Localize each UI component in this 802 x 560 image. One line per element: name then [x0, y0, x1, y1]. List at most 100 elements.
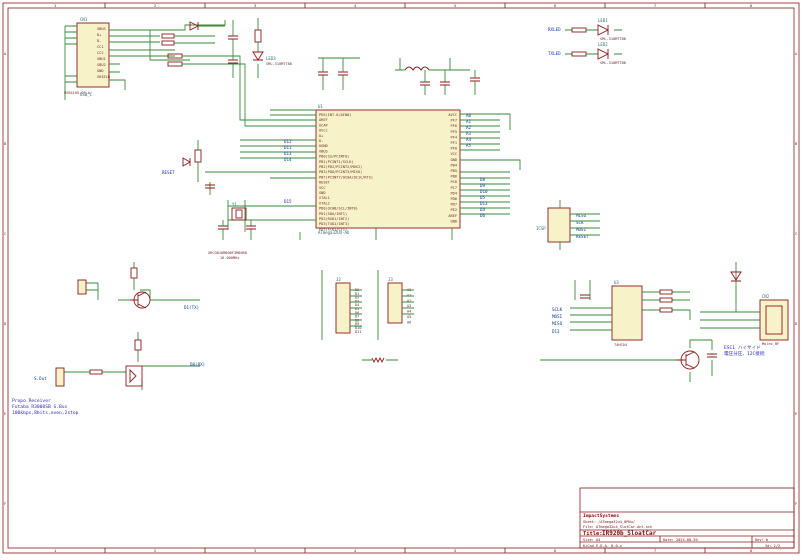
mcu-left-pin-10: PB2(PDI/PCINT2/MOSI): [319, 165, 362, 169]
j3-pin-4: A4: [407, 310, 411, 314]
u3-name: 74HC04: [614, 343, 627, 347]
connector-cn2[interactable]: CN2 Molex_BF ESC1 ハイサイド 電圧分圧、I2C接続: [700, 262, 789, 357]
frame-column-labels: 1 2 3 4 5 6 7 8 1 2 3 4 5 6 7 8: [54, 4, 752, 553]
net-a4: A4: [466, 137, 472, 142]
schematic-sheet: 1 2 3 4 5 6 7 8 1 2 3 4 5 6 7 8 A B C D …: [0, 0, 802, 556]
col-8-bottom: 8: [750, 549, 752, 553]
col-4: 4: [354, 4, 356, 8]
note-propo-receiver: Propo Receiver Futaba R3008SB S.Bus 100k…: [12, 398, 79, 416]
led-tx-ref: LED2: [598, 42, 608, 47]
led-rx-ref: LED1: [598, 18, 608, 23]
col-2-bottom: 2: [154, 549, 156, 553]
mcu-right-pin-4: PF4: [451, 135, 458, 139]
mcu-right-pin-8: GND: [451, 158, 458, 162]
mcu-left-pin-0: PE6(INT.6/AIN0): [319, 113, 351, 117]
j3-pin-5: A5: [407, 315, 411, 319]
row-c: C: [4, 232, 6, 236]
mcu-right-pin-9: PB4: [451, 163, 458, 167]
led-pwr-value: SML-310MTT86: [266, 62, 292, 66]
net-a1: A1: [466, 119, 472, 124]
net-a3: A3: [466, 131, 472, 136]
net-d1-tx: D1(TX): [184, 305, 199, 310]
mcu-left-pin-8: PB0(SS/PCINT0): [319, 155, 349, 159]
frame-column-markers: [104, 3, 706, 553]
mcu-right-pin-12: PC6: [451, 180, 458, 184]
net-d13: D13: [480, 201, 488, 206]
net-d14: D14: [284, 157, 292, 162]
sheet-frame: [2, 2, 800, 554]
usb-connector[interactable]: CN1 USB_C USB4105-GF-A VBUS D+ D- CC1 CC…: [64, 17, 110, 97]
driver-u3[interactable]: U3 74HC04 SCLK MOSI MISO D13: [552, 280, 691, 347]
col-3-bottom: 3: [254, 549, 256, 553]
net-d0-rx: D0(RX): [190, 362, 205, 367]
sheet-date: Date: 2024-08-30: [663, 538, 698, 542]
mcu-left-pin-3: UVcc: [319, 129, 328, 133]
mcu-right-pin-11: PB6: [451, 175, 458, 179]
row-e-right: E: [795, 412, 797, 416]
led-rx-value: SML-310MTT86: [600, 37, 626, 41]
mcu-left-pin-7: VBUS: [319, 149, 328, 153]
crystal-y1[interactable]: Y1 XRCGB16M000F3M00R0 16.000MHz: [208, 202, 256, 260]
col-7: 7: [654, 4, 656, 8]
mcu-right-pin-3: PF5: [451, 130, 458, 134]
mcu-right-pin-6: PF0: [451, 147, 458, 151]
net-d15: D15: [284, 199, 292, 204]
row-f-right: F: [795, 502, 797, 506]
note-line-2: Futaba R3008SB S.Bus: [12, 404, 68, 410]
transistor-q1-stage: D1(TX): [77, 262, 200, 310]
row-a: A: [4, 52, 7, 56]
led-pwr: LED3 SML-310MTT86: [252, 18, 292, 78]
row-f: F: [4, 502, 6, 506]
usb-pin-cc1: CC1: [97, 45, 104, 49]
net-d11: D11: [284, 145, 292, 150]
mcu-left-pin-18: PD0(OC0B/SCL/INT0): [319, 207, 358, 211]
mcu-left-pin-12: PB7(PCINT7/OC0A/OC1C/RTS): [319, 175, 373, 179]
u3-miso: MISO: [552, 321, 563, 326]
mcu-left-pin-20: PD2(RXD1/INT2): [319, 217, 349, 221]
mcu-right-pin-13: PC7: [451, 186, 458, 190]
mcu-right-pin-14: PD4: [451, 191, 458, 195]
icsp-label: ICSP: [536, 226, 546, 231]
led-tx-value: SML-310MTT86: [600, 61, 626, 65]
usb-pin-shield: SHIELD: [97, 75, 110, 79]
row-e: E: [4, 412, 6, 416]
col-2: 2: [154, 4, 156, 8]
usb-pin-sbu1: SBU1: [97, 57, 106, 61]
j3-pin-1: A1: [407, 293, 411, 297]
net-d9: D9: [480, 183, 486, 188]
led-tx: TXLED LED2 SML-310MTT86: [548, 42, 626, 65]
mcu-right-pin-5: PF1: [451, 141, 458, 145]
mcu-left-pin-15: GND: [319, 191, 326, 195]
icsp-header[interactable]: ICSP MISO SCK MOSI RESET: [536, 200, 600, 250]
j3-pin-labels: A0A1A2A3A4A5A6: [407, 288, 411, 324]
mcu-right-pin-0: AVCC: [448, 113, 457, 117]
sheet-rev: Rev: b: [755, 538, 768, 542]
mcu-right-pin-19: GND: [451, 219, 458, 223]
header-j3[interactable]: J3: [387, 277, 403, 324]
net-d10: D10: [480, 189, 488, 194]
crystal-part: XRCGB16M000F3M00R0: [208, 251, 247, 255]
header-j2[interactable]: J2: [335, 277, 351, 334]
led-pwr-ref: LED3: [266, 56, 276, 61]
tx-net-label: TXLED: [548, 51, 561, 56]
mcu-left-pin-13: RESET: [319, 181, 331, 185]
mcu-left-pin-6: UGND: [319, 144, 328, 148]
transistor-q2-stage: D0(RX) S.Out: [34, 332, 205, 390]
u3-mosi: MOSI: [552, 314, 563, 319]
net-d8: D8: [480, 177, 486, 182]
mcu-left-pin-16: XTAL1: [319, 196, 330, 200]
mcu-right-pin-1: PF7: [451, 119, 458, 123]
crystal-ref: Y1: [232, 202, 237, 207]
net-reset: RESET: [162, 170, 175, 175]
col-7-bottom: 7: [654, 549, 656, 553]
note-right-1: ESC1 ハイサイド: [724, 345, 761, 351]
mcu-left-pin-9: PB1(PCINT1/SCLK): [319, 160, 354, 164]
row-d-right: D: [795, 322, 797, 326]
sheet-id: Id: 2/2: [765, 544, 780, 548]
mcu-right-pin-15: PD6: [451, 197, 458, 201]
sheet-path: Sheet: /ATmega32u4_8PNu/: [583, 520, 635, 524]
usb-pin-dm: D-: [97, 39, 101, 43]
mcu-right-pin-16: PD7: [451, 203, 458, 207]
usb-passives: [161, 21, 225, 67]
mcu-left-pin-5: D-: [319, 139, 323, 143]
